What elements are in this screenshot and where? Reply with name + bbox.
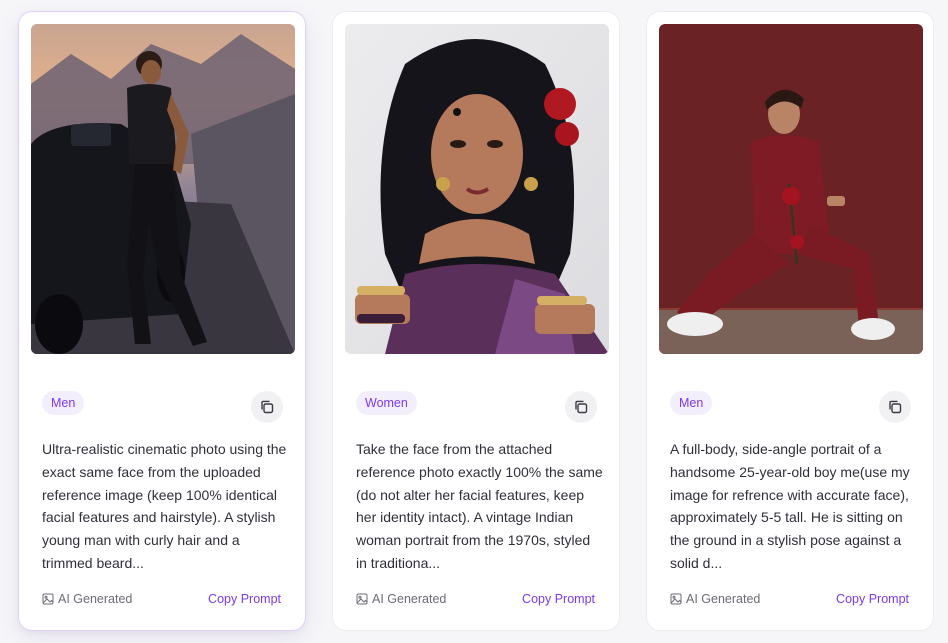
- copy-button[interactable]: [879, 391, 911, 423]
- image-icon: [42, 593, 54, 605]
- card-image[interactable]: [659, 24, 923, 354]
- card-image[interactable]: [345, 24, 609, 354]
- ai-generated-text: AI Generated: [686, 592, 761, 606]
- copy-prompt-link[interactable]: Copy Prompt: [836, 592, 909, 606]
- ai-generated-label: AI Generated: [670, 592, 760, 606]
- copy-button[interactable]: [565, 391, 597, 423]
- ai-generated-label: AI Generated: [356, 592, 446, 606]
- category-tag: Women: [356, 391, 417, 415]
- ai-generated-text: AI Generated: [58, 592, 133, 606]
- copy-icon: [575, 400, 588, 414]
- prompt-card[interactable]: Women Take the face from the attached re…: [332, 11, 620, 631]
- copy-icon: [889, 400, 902, 414]
- prompt-description: Ultra-realistic cinematic photo using th…: [42, 441, 287, 571]
- ai-generated-label: AI Generated: [42, 592, 132, 606]
- card-image[interactable]: [31, 24, 295, 354]
- category-tag: Men: [42, 391, 85, 415]
- copy-prompt-link[interactable]: Copy Prompt: [208, 592, 281, 606]
- prompt-card[interactable]: Men A full-body, side-angle portrait of …: [646, 11, 934, 631]
- image-icon: [356, 593, 368, 605]
- category-tag: Men: [670, 391, 713, 415]
- copy-button[interactable]: [251, 391, 283, 423]
- copy-prompt-link[interactable]: Copy Prompt: [522, 592, 595, 606]
- prompt-description: A full-body, side-angle portrait of a ha…: [670, 441, 910, 571]
- image-icon: [670, 593, 682, 605]
- prompt-card[interactable]: Men Ultra-realistic cinematic photo usin…: [18, 11, 306, 631]
- ai-generated-text: AI Generated: [372, 592, 447, 606]
- copy-icon: [261, 400, 274, 414]
- prompt-description: Take the face from the attached referenc…: [356, 441, 603, 571]
